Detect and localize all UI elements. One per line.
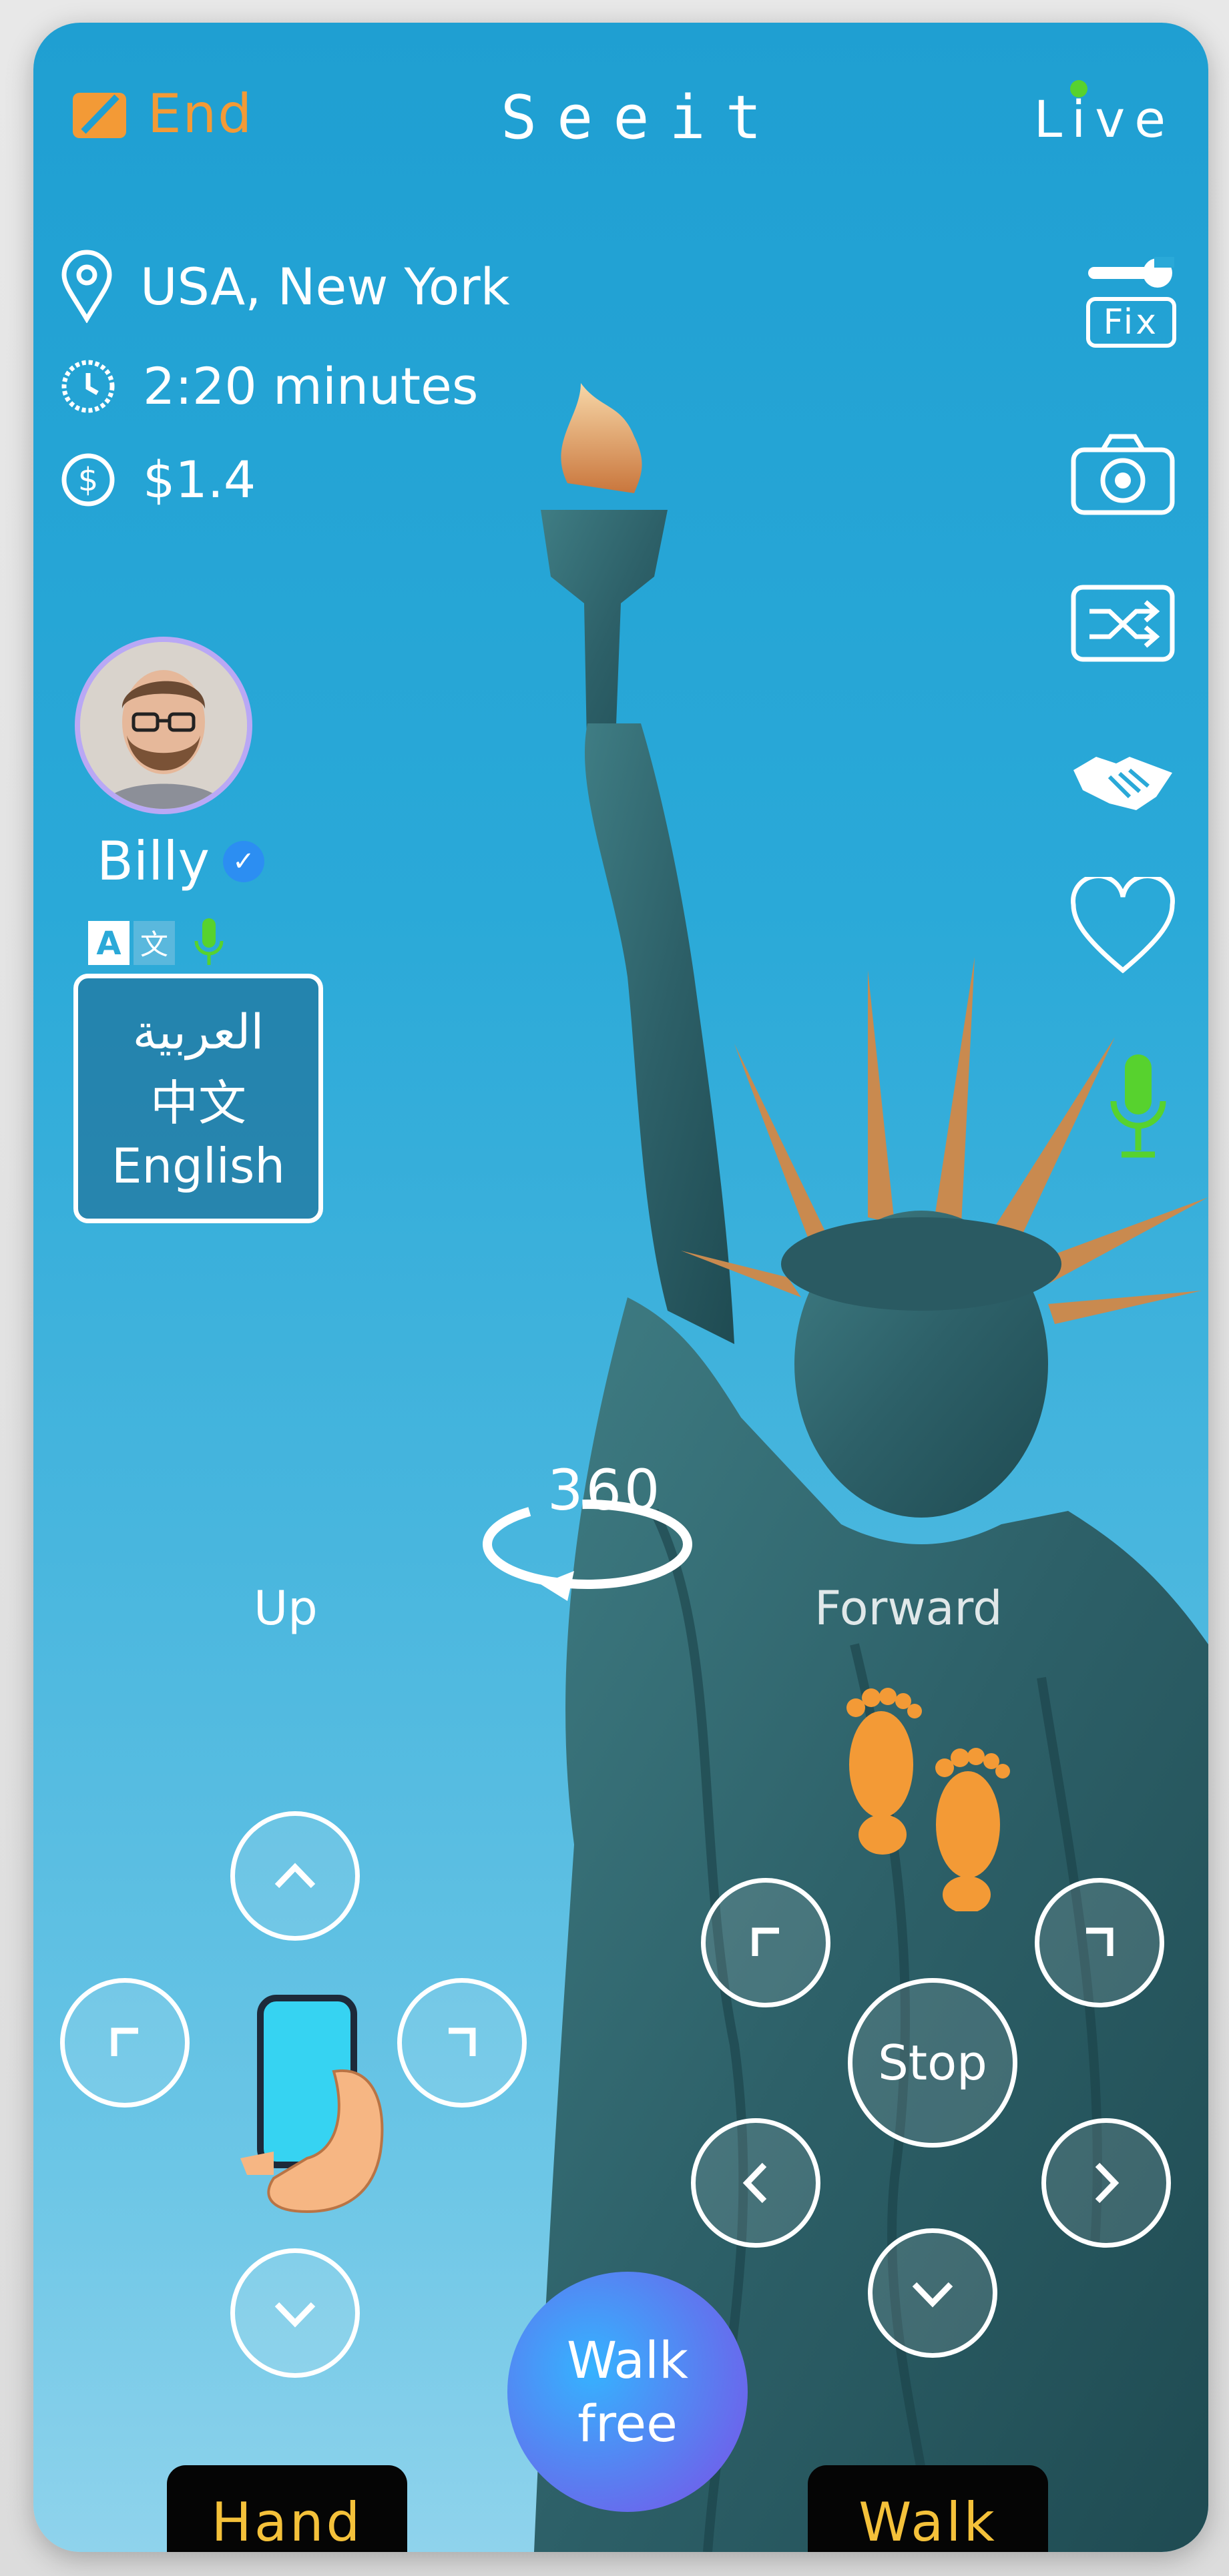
walk-free-line1: Walk	[567, 2330, 688, 2390]
chevron-left-icon	[742, 2162, 767, 2204]
corner-left-icon	[752, 1927, 779, 1956]
duration-text: 2:20 minutes	[143, 356, 479, 416]
chevron-down-icon	[912, 2282, 953, 2308]
corner-left-icon	[111, 2027, 138, 2056]
hand-up-button[interactable]	[230, 1811, 360, 1941]
camera-icon	[1071, 434, 1175, 515]
translate-controls[interactable]: A 文	[87, 916, 226, 969]
price-text: $1.4	[143, 450, 256, 509]
walk-left-button[interactable]	[691, 2118, 820, 2248]
chevron-right-icon	[1095, 2162, 1120, 2204]
rotate-360-label: 360	[547, 1458, 663, 1523]
translate-icon: A 文	[88, 921, 175, 965]
tab-hand[interactable]: Hand	[167, 2465, 407, 2552]
footsteps-icon	[846, 1688, 1010, 1911]
translate-mic-icon	[194, 918, 224, 965]
location-pin-icon	[61, 250, 112, 323]
guide-avatar[interactable]	[75, 637, 252, 814]
walk-right-button[interactable]	[1041, 2118, 1171, 2248]
clock-icon	[61, 360, 115, 412]
forward-label: Forward	[814, 1581, 1003, 1636]
heart-icon	[1071, 877, 1175, 974]
handshake-icon	[1073, 757, 1172, 810]
live-dot-icon	[1069, 80, 1087, 97]
rotate-360-button[interactable]: 360	[481, 1458, 694, 1611]
language-chinese[interactable]: 中文	[150, 1064, 246, 1134]
handshake-button[interactable]	[1069, 743, 1176, 817]
walk-back-button[interactable]	[868, 2228, 997, 2358]
camera-button[interactable]	[1069, 430, 1176, 517]
language-english[interactable]: English	[111, 1138, 285, 1194]
svg-text:文: 文	[140, 928, 168, 961]
guide-photo	[80, 642, 247, 809]
walk-free-button[interactable]: Walk free	[507, 2272, 748, 2512]
favorite-button[interactable]	[1069, 877, 1176, 977]
wrench-icon	[1088, 257, 1175, 288]
up-label: Up	[254, 1581, 318, 1636]
switch-camera-button[interactable]	[1069, 583, 1176, 663]
app-logo: Seeit	[501, 83, 782, 153]
end-label: End	[148, 83, 254, 145]
svg-text:$: $	[78, 461, 99, 499]
live-indicator: Live	[1033, 80, 1175, 149]
hand-down-button[interactable]	[230, 2248, 360, 2378]
location-row: USA, New York	[60, 250, 510, 323]
chevron-up-icon	[274, 1863, 316, 1889]
walk-turn-right-button[interactable]	[1035, 1878, 1164, 2007]
guide-name-row: Billy ✓	[97, 830, 264, 892]
walk-turn-left-button[interactable]	[701, 1878, 830, 2007]
fix-button[interactable]: Fix	[1085, 253, 1176, 348]
duration-row: 2:20 minutes	[60, 356, 478, 416]
guide-name: Billy	[97, 830, 210, 892]
corner-right-icon	[1086, 1927, 1114, 1956]
hand-phone-icon	[240, 1995, 384, 2214]
edit-end-icon	[73, 92, 126, 138]
microphone-icon	[1110, 1054, 1166, 1158]
chevron-down-icon	[274, 2302, 316, 2328]
hand-turn-right-button[interactable]	[397, 1978, 527, 2108]
walk-stop-button[interactable]: Stop	[848, 1978, 1017, 2148]
language-arabic[interactable]: العربية	[133, 1004, 264, 1060]
microphone-button[interactable]	[1108, 1050, 1168, 1164]
price-row: $ $1.4	[60, 450, 256, 509]
verified-badge-icon: ✓	[222, 840, 264, 882]
language-selector[interactable]: العربية 中文 English	[73, 974, 323, 1223]
fix-label: Fix	[1085, 297, 1176, 348]
corner-right-icon	[449, 2027, 476, 2056]
app-screen: End Seeit Live USA, New York 2:20 minute…	[33, 23, 1208, 2552]
hand-turn-left-button[interactable]	[60, 1978, 190, 2108]
shuffle-icon	[1071, 585, 1175, 662]
end-session-button[interactable]: End	[70, 83, 253, 145]
tab-walk[interactable]: Walk	[808, 2465, 1048, 2552]
svg-text:A: A	[96, 925, 121, 962]
dollar-icon: $	[61, 453, 115, 506]
location-text: USA, New York	[140, 256, 510, 316]
walk-free-line2: free	[577, 2394, 678, 2453]
live-label: Live	[1033, 89, 1175, 149]
stop-label: Stop	[878, 2035, 987, 2091]
